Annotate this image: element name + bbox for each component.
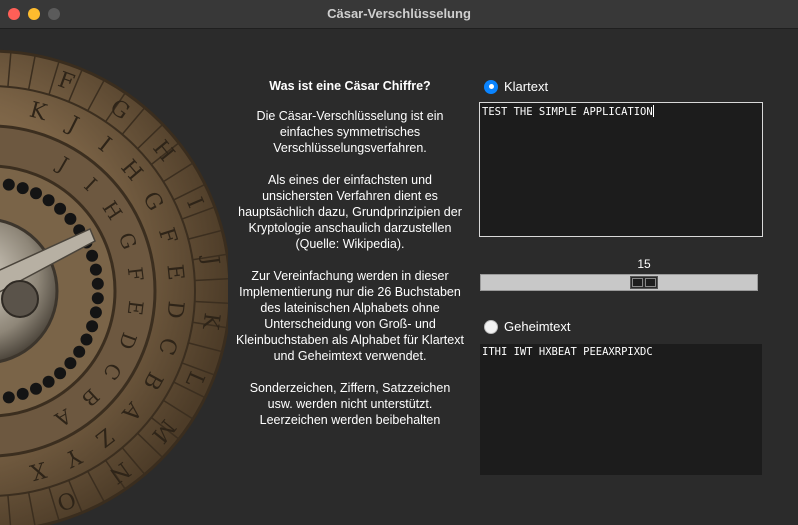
- wheel-hole: [73, 345, 86, 358]
- shift-slider[interactable]: [480, 274, 758, 291]
- wheel-hole: [89, 306, 102, 319]
- ciphertext-label: Geheimtext: [504, 319, 571, 334]
- wheel-hole: [30, 187, 42, 200]
- plaintext-label: Klartext: [504, 79, 549, 94]
- plaintext-input[interactable]: TEST THE SIMPLE APPLICATION: [479, 102, 763, 237]
- caesar-wheel-image: FGHIJKLMNOKJIHGFEDCBAZYXJIHGFEDCBA: [0, 29, 228, 525]
- info-paragraph-2: Als eines der einfachsten und unsicherst…: [238, 173, 462, 251]
- wheel-hole: [2, 178, 15, 191]
- wheel-hole: [80, 333, 93, 346]
- info-paragraph-1: Die Cäsar-Verschlüsselung ist ein einfac…: [256, 109, 444, 155]
- shift-slider-thumb[interactable]: [630, 276, 658, 289]
- wheel-hole: [2, 391, 15, 404]
- wheel-hole: [86, 320, 99, 333]
- wheel-hole: [89, 263, 102, 276]
- wheel-hole: [91, 277, 104, 290]
- wheel-hole: [86, 249, 99, 262]
- ciphertext-value: ITHI IWT HXBEAT PEEAXRPIXDC: [482, 346, 653, 358]
- plaintext-radio-option[interactable]: Klartext: [484, 79, 548, 94]
- info-paragraph-3: Zur Vereinfachung werden in dieser Imple…: [236, 269, 464, 363]
- caesar-wheel-graphic: FGHIJKLMNOK JIHGFEDCBAZYXJIHGFEDCBA: [0, 49, 228, 525]
- ciphertext-radio-option[interactable]: Geheimtext: [484, 319, 570, 334]
- wheel-inner-letter: E: [123, 299, 149, 316]
- wheel-hole: [16, 387, 29, 400]
- wheel-hole: [64, 357, 77, 370]
- info-heading: Was ist eine Cäsar Chiffre?: [269, 79, 431, 93]
- plaintext-radio-button[interactable]: [484, 79, 498, 94]
- wheel-hole: [54, 367, 67, 380]
- ciphertext-radio-button[interactable]: [484, 319, 498, 334]
- wheel-hole: [64, 212, 77, 225]
- wheel-hole: [91, 292, 104, 305]
- title-bar: Cäsar-Verschlüsselung: [0, 0, 798, 29]
- wheel-hole: [30, 382, 42, 395]
- wheel-hole: [42, 375, 55, 388]
- wheel-outer-letter: E: [161, 263, 187, 282]
- text-caret: [652, 105, 654, 117]
- window-title: Cäsar-Verschlüsselung: [327, 6, 471, 21]
- info-paragraph-4: Sonderzeichen, Ziffern, Satzzeichen usw.…: [249, 381, 451, 427]
- info-panel: Was ist eine Cäsar Chiffre? Die Cäsar-Ve…: [236, 78, 464, 444]
- plaintext-value: TEST THE SIMPLE APPLICATION: [482, 106, 653, 118]
- wheel-hole: [54, 202, 67, 215]
- wheel-inner-letter: F: [123, 266, 148, 283]
- wheel-hole: [42, 194, 55, 207]
- ciphertext-output[interactable]: ITHI IWT HXBEAT PEEAXRPIXDC: [480, 344, 762, 475]
- wheel-outer-letter: D: [161, 300, 188, 320]
- shift-value-label: 15: [637, 257, 651, 271]
- wheel-hole: [16, 182, 29, 195]
